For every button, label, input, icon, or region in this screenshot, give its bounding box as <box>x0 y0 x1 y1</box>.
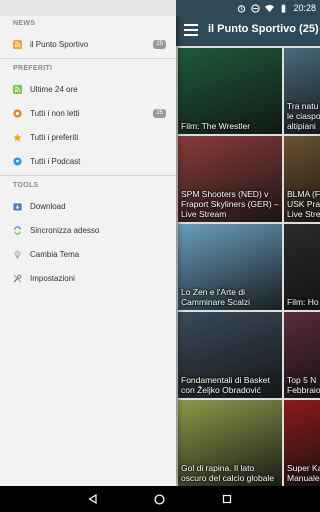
divider <box>0 175 176 176</box>
drawer-item-label: Ultime 24 ore <box>30 84 78 94</box>
drawer-item-sincronizza-adesso[interactable]: Sincronizza adesso <box>0 218 176 242</box>
drawer-item-tutti-i-podcast[interactable]: Tutti i Podcast <box>0 149 176 173</box>
drawer-item-label: il Punto Sportivo <box>30 39 89 49</box>
article-tile[interactable]: Super Ka Manuale <box>284 400 320 486</box>
article-caption: Tra natu le ciaspo altipiani <box>287 101 320 131</box>
article-tile[interactable]: SPM Shooters (NED) v Fraport Skyliners (… <box>178 136 282 222</box>
drawer-item-download[interactable]: Download <box>0 194 176 218</box>
article-caption: Gol di rapina. Il lato oscuro del calcio… <box>181 463 275 483</box>
drawer-item-label: Cambia Tema <box>30 249 80 259</box>
article-caption: Film: The Wrestler <box>181 121 251 131</box>
article-tile[interactable]: Film: The Wrestler <box>178 48 282 134</box>
recents-icon <box>222 494 231 504</box>
drawer-item-label: Tutti i preferiti <box>30 132 79 142</box>
alarm-icon <box>238 4 246 13</box>
status-bar: 20:28 <box>0 0 320 16</box>
article-tile[interactable]: BLMA (F USK Pra Live Stre <box>284 136 320 222</box>
unread-count-badge: 25 <box>153 109 166 118</box>
home-button[interactable] <box>153 492 167 506</box>
system-nav-bar <box>0 486 320 512</box>
navigation-drawer: NEWS il Punto Sportivo 25 PREFERITI Ulti… <box>0 16 176 486</box>
article-caption: Fondamentali di Basket con Željko Obrado… <box>181 375 270 395</box>
clock: 20:28 <box>293 3 316 13</box>
article-tile[interactable]: Lo Zen e l'Arte di Camminare Scalzi <box>178 224 282 310</box>
article-caption: BLMA (F USK Pra Live Stre <box>287 189 320 219</box>
drawer-item-label: Impostazioni <box>30 273 75 283</box>
back-button[interactable] <box>86 492 100 506</box>
rss-green-icon <box>13 84 22 94</box>
unread-icon <box>13 108 22 118</box>
drawer-item-label: Tutti i Podcast <box>30 156 81 166</box>
section-tools-title: TOOLS <box>13 182 39 189</box>
screen: 20:28 il Punto Sportivo (25) Film: The W… <box>0 0 320 512</box>
drawer-item-tutti-i-non-letti[interactable]: Tutti i non letti 25 <box>0 101 176 125</box>
drawer-item-label: Tutti i non letti <box>30 108 80 118</box>
article-tile[interactable]: Fondamentali di Basket con Željko Obrado… <box>178 312 282 398</box>
drawer-item-cambia-tema[interactable]: Cambia Tema <box>0 242 176 266</box>
section-preferiti-title: PREFERITI <box>13 65 53 72</box>
app-title: il Punto Sportivo (25) <box>208 23 319 35</box>
wifi-icon <box>265 4 275 12</box>
status-icons: 20:28 <box>237 1 316 15</box>
menu-icon <box>184 24 198 26</box>
home-icon <box>154 493 166 505</box>
settings-icon <box>13 274 22 283</box>
drawer-item-ultime-24-ore[interactable]: Ultime 24 ore <box>0 77 176 101</box>
article-tile[interactable]: Film: Ho <box>284 224 320 310</box>
drawer-item-label: Download <box>30 201 66 211</box>
back-icon <box>88 494 97 504</box>
drawer-item-tutti-i-preferiti[interactable]: Tutti i preferiti <box>0 125 176 149</box>
bulb-icon <box>14 250 21 258</box>
divider <box>0 58 176 59</box>
sync-icon <box>14 225 21 235</box>
drawer-item-il-punto-sportivo[interactable]: il Punto Sportivo 25 <box>0 32 176 56</box>
battery-icon <box>282 3 286 13</box>
rss-icon <box>13 39 22 49</box>
article-grid: Film: The Wrestler Tra natu le ciaspo alt… <box>176 46 320 486</box>
drawer-item-label: Sincronizza adesso <box>30 225 100 235</box>
article-caption: Top 5 N Febbraio <box>287 375 320 395</box>
drawer-item-impostazioni[interactable]: Impostazioni <box>0 266 176 290</box>
section-news-title: NEWS <box>13 20 36 27</box>
article-caption: SPM Shooters (NED) v Fraport Skyliners (… <box>181 189 279 219</box>
podcast-icon <box>13 156 22 166</box>
download-icon <box>13 202 22 211</box>
drawer-status-area <box>0 0 176 16</box>
menu-button[interactable] <box>184 24 198 38</box>
star-icon <box>13 132 22 142</box>
recents-button[interactable] <box>220 492 234 506</box>
article-tile[interactable]: Tra natu le ciaspo altipiani <box>284 48 320 134</box>
article-caption: Super Ka Manuale <box>287 463 320 483</box>
article-caption: Lo Zen e l'Arte di Camminare Scalzi <box>181 287 250 307</box>
article-caption: Film: Ho <box>287 297 319 307</box>
article-tile[interactable]: Top 5 N Febbraio <box>284 312 320 398</box>
article-tile[interactable]: Gol di rapina. Il lato oscuro del calcio… <box>178 400 282 486</box>
dnd-icon <box>251 3 261 13</box>
unread-count-badge: 25 <box>153 40 166 49</box>
